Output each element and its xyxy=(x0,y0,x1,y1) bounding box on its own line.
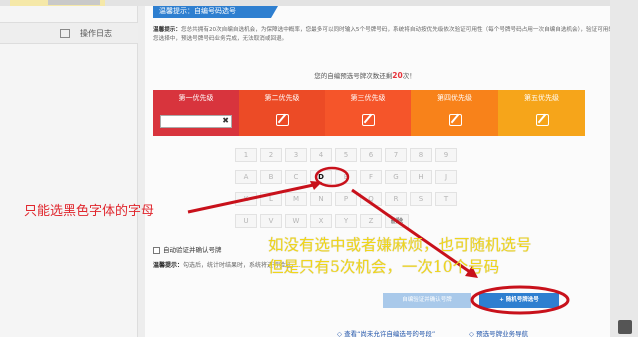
unavailable-segments-link[interactable]: ◇ 查看“尚未允许自编选号的号段” xyxy=(337,328,435,337)
top-notice-text xyxy=(48,0,100,5)
key-m[interactable]: M xyxy=(285,192,307,206)
remaining-count-text: 您的自编预选号牌次数还剩20次！ xyxy=(145,70,585,80)
priority-table: 第一优先级 第二优先级 第三优先级 第四优先级 第五优先级 ✖ xyxy=(153,90,585,140)
key-r[interactable]: R xyxy=(385,192,407,206)
key-4[interactable]: 4 xyxy=(310,148,332,162)
tip-label: 温馨提示： xyxy=(153,27,181,33)
key-3[interactable]: 3 xyxy=(285,148,307,162)
auto-verify-checkbox[interactable] xyxy=(153,246,160,254)
priority-cell-5[interactable] xyxy=(498,106,585,136)
priority-cell-3[interactable] xyxy=(325,106,411,136)
key-k[interactable]: K xyxy=(235,192,257,206)
tip-text: 温馨提示：您总共拥有20次自编自选机会，为保障选中概率，您最多可以同时输入5个号… xyxy=(153,26,623,44)
priority-label: 第四优先级 xyxy=(437,94,472,102)
annotation-right-line-1: 如没有选中或者嫌麻烦，也可随机选号 xyxy=(268,236,532,254)
key-6[interactable]: 6 xyxy=(360,148,382,162)
auto-verify-label: 自动验证并确认号牌 xyxy=(163,246,222,254)
key-delete[interactable]: 删除 xyxy=(385,214,409,228)
edit-icon[interactable] xyxy=(362,114,375,126)
warm-tip-label: 温馨提示： xyxy=(153,262,184,269)
key-a[interactable]: A xyxy=(235,170,257,184)
priority-cell-2[interactable] xyxy=(239,106,325,136)
tip-body: 您总共拥有20次自编自选机会，为保障选中概率，您最多可以同时输入5个号牌号码，系… xyxy=(153,27,620,42)
key-2[interactable]: 2 xyxy=(260,148,282,162)
key-w[interactable]: W xyxy=(285,214,307,228)
key-e[interactable]: E xyxy=(335,170,357,184)
main-panel: 温馨提示：自编号码选号 温馨提示：您总共拥有20次自编自选机会，为保障选中概率，… xyxy=(145,6,638,337)
priority-label: 第五优先级 xyxy=(524,94,559,102)
priority-cell-4[interactable] xyxy=(411,106,498,136)
sidebar-item-operation-log[interactable]: 操作日志 xyxy=(0,22,138,44)
key-8[interactable]: 8 xyxy=(410,148,432,162)
key-p[interactable]: P xyxy=(335,192,357,206)
key-7[interactable]: 7 xyxy=(385,148,407,162)
key-j[interactable]: J xyxy=(435,170,457,184)
key-u[interactable]: U xyxy=(235,214,257,228)
key-n[interactable]: N xyxy=(310,192,332,206)
key-d[interactable]: D xyxy=(310,170,332,184)
key-v[interactable]: V xyxy=(260,214,282,228)
plate-keyboard: 1 2 3 4 5 6 7 8 9 A B C D E F G H J K L M N P Q R S T U V W X Y Z 删除 xyxy=(225,146,485,246)
clear-icon[interactable]: ✖ xyxy=(222,116,229,125)
priority-header-2: 第二优先级 xyxy=(239,90,325,106)
preselect-guide-link[interactable]: ◇ 预选号牌业务导航 xyxy=(469,328,528,337)
annotation-left-note: 只能选黑色字体的字母 xyxy=(24,204,155,219)
right-edge xyxy=(610,0,638,337)
random-select-button[interactable]: + 随机号牌选号 xyxy=(479,293,559,308)
confirm-plate-button[interactable]: 自编验证并确认号牌 xyxy=(383,293,471,308)
key-h[interactable]: H xyxy=(410,170,432,184)
screenshot: 操作日志 温馨提示：自编号码选号 温馨提示：您总共拥有20次自编自选机会，为保障… xyxy=(0,0,638,337)
priority-label: 第一优先级 xyxy=(178,94,214,102)
section-tab: 温馨提示：自编号码选号 xyxy=(153,6,278,18)
key-x[interactable]: X xyxy=(310,214,332,228)
key-5[interactable]: 5 xyxy=(335,148,357,162)
priority-cell-1: ✖ xyxy=(153,106,239,136)
plate-number-input[interactable]: ✖ xyxy=(160,115,232,128)
priority-header-3: 第三优先级 xyxy=(325,90,411,106)
edit-icon[interactable] xyxy=(448,114,462,126)
key-c[interactable]: C xyxy=(285,170,307,184)
priority-header-1: 第一优先级 xyxy=(153,90,239,106)
edit-icon[interactable] xyxy=(535,114,549,126)
key-f[interactable]: F xyxy=(360,170,382,184)
priority-label: 第三优先级 xyxy=(350,94,386,102)
key-1[interactable]: 1 xyxy=(235,148,257,162)
annotation-right-line-2: 但是只有5次机会，一次10个号码 xyxy=(268,258,500,276)
key-s[interactable]: S xyxy=(410,192,432,206)
remaining-suffix: 次！ xyxy=(402,72,416,80)
log-icon xyxy=(60,29,70,38)
auto-verify-option[interactable]: 自动验证并确认号牌 xyxy=(153,244,222,254)
key-l[interactable]: L xyxy=(260,192,282,206)
key-g[interactable]: G xyxy=(385,170,407,184)
sidebar-item-label: 操作日志 xyxy=(80,29,112,38)
remaining-prefix: 您的自编预选号牌次数还剩 xyxy=(314,72,393,80)
edit-icon[interactable] xyxy=(276,114,289,126)
key-y[interactable]: Y xyxy=(335,214,357,228)
key-z[interactable]: Z xyxy=(360,214,382,228)
priority-label: 第二优先级 xyxy=(264,94,300,102)
key-9[interactable]: 9 xyxy=(435,148,457,162)
annotation-right-note: 如没有选中或者嫌麻烦，也可随机选号 但是只有5次机会，一次10个号码 xyxy=(268,234,532,278)
priority-header-4: 第四优先级 xyxy=(411,90,498,106)
priority-header-5: 第五优先级 xyxy=(498,90,585,106)
key-q[interactable]: Q xyxy=(360,192,382,206)
key-b[interactable]: B xyxy=(260,170,282,184)
key-t[interactable]: T xyxy=(435,192,457,206)
sidebar: 操作日志 xyxy=(0,6,138,337)
remaining-count: 20 xyxy=(392,71,403,80)
feedback-icon[interactable] xyxy=(618,320,632,334)
